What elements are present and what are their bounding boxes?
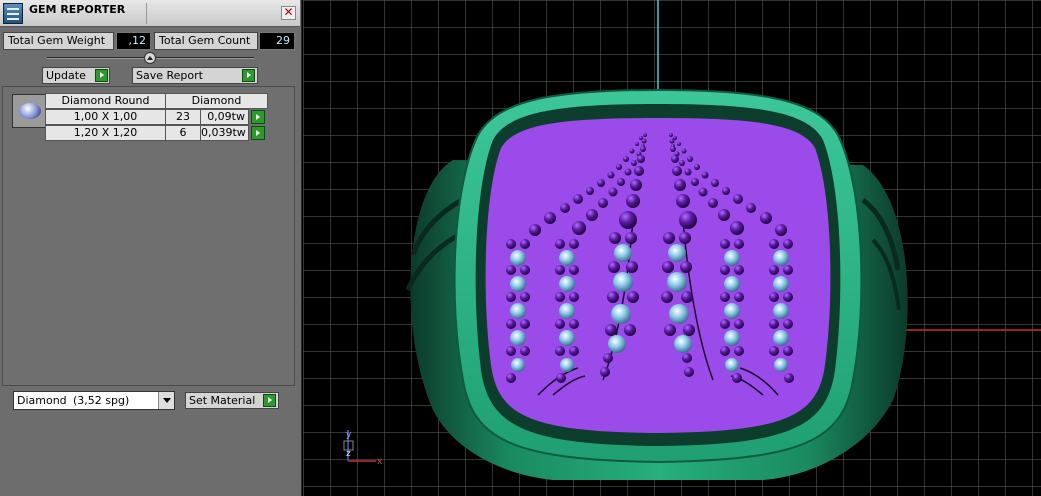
select-row-play-icon[interactable] bbox=[251, 126, 265, 140]
x-axis-label: x bbox=[377, 457, 383, 467]
z-axis-label: z bbox=[346, 449, 351, 459]
material-density: (3,52 spg) bbox=[73, 394, 130, 407]
play-icon bbox=[242, 69, 255, 82]
ring-render: y z x bbox=[343, 0, 1041, 480]
gem-reporter-panel: GEM REPORTER ✕ Total Gem Weight ,12 Tota… bbox=[0, 0, 302, 496]
gem-row-weight: 0,039tw bbox=[200, 125, 249, 141]
play-icon bbox=[95, 69, 108, 82]
save-report-button[interactable]: Save Report bbox=[132, 67, 258, 84]
ring-body bbox=[405, 88, 908, 480]
select-row-play-icon[interactable] bbox=[251, 110, 265, 124]
close-button[interactable]: ✕ bbox=[281, 6, 296, 20]
gem-row-count: 6 bbox=[165, 125, 201, 141]
header-diamond: Diamond bbox=[165, 93, 268, 109]
material-name: Diamond bbox=[17, 394, 67, 407]
gem-report-area: Diamond Round Diamond 1,00 X 1,00 23 0,0… bbox=[2, 86, 295, 386]
panel-collapse-knob[interactable] bbox=[144, 52, 156, 64]
update-button[interactable]: Update bbox=[42, 67, 110, 84]
set-material-label: Set Material bbox=[189, 394, 256, 407]
app-icon bbox=[3, 3, 23, 24]
total-gem-weight-label: Total Gem Weight bbox=[3, 32, 114, 50]
panel-title: GEM REPORTER bbox=[29, 3, 126, 16]
gem-row-count: 23 bbox=[165, 109, 201, 125]
total-gem-count-value: 29 bbox=[259, 32, 295, 50]
round-diamond-icon[interactable] bbox=[12, 94, 48, 128]
total-gem-weight-value: ,12 bbox=[116, 32, 151, 50]
play-icon bbox=[263, 394, 276, 407]
y-axis-label: y bbox=[346, 430, 352, 440]
save-report-label: Save Report bbox=[136, 69, 203, 82]
chevron-down-icon[interactable] bbox=[158, 392, 174, 409]
update-label: Update bbox=[46, 69, 86, 82]
total-gem-count-label: Total Gem Count bbox=[154, 32, 258, 50]
set-material-button[interactable]: Set Material bbox=[185, 392, 279, 409]
header-diamond-round: Diamond Round bbox=[45, 93, 166, 109]
title-separator bbox=[146, 3, 147, 24]
material-dropdown[interactable]: Diamond (3,52 spg) bbox=[13, 391, 175, 410]
gem-row-size: 1,20 X 1,20 bbox=[45, 125, 166, 141]
gem-row-weight: 0,09tw bbox=[200, 109, 249, 125]
3d-viewport[interactable]: y z x bbox=[303, 0, 1041, 496]
gem-row-size: 1,00 X 1,00 bbox=[45, 109, 166, 125]
title-bar: GEM REPORTER ✕ bbox=[0, 0, 300, 27]
